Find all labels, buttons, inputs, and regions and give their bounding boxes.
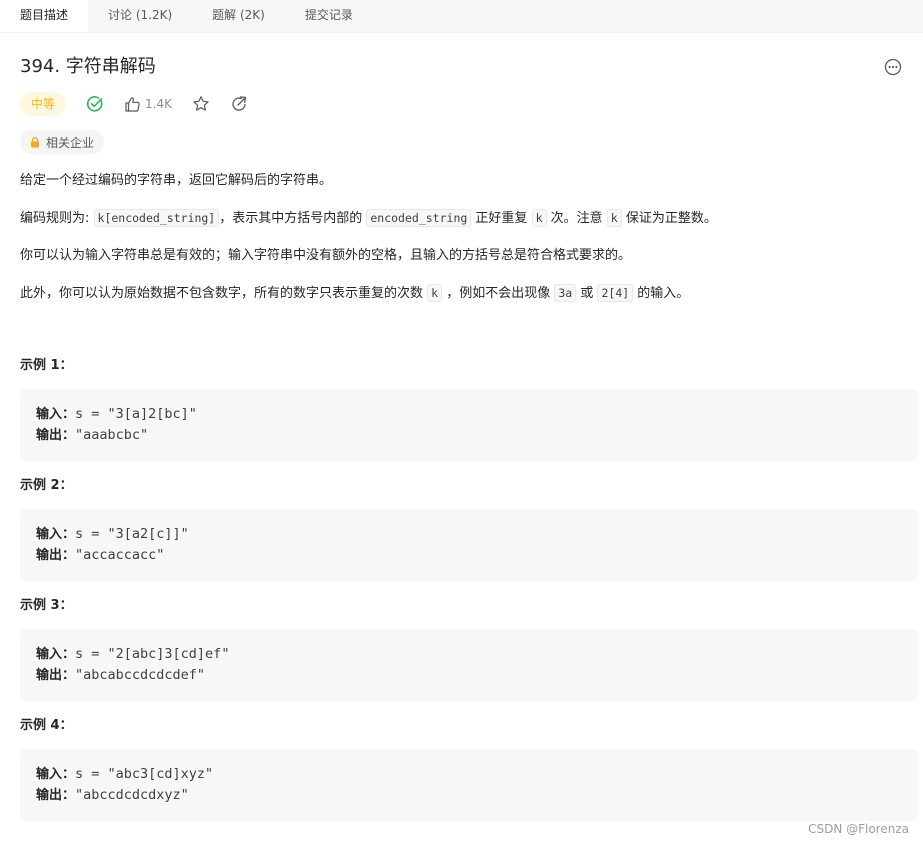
text-span: 或 [576, 286, 598, 301]
tab-description[interactable]: 题目描述 [0, 0, 89, 32]
example-input-line: 输入：s = "abc3[cd]xyz" [36, 764, 902, 785]
text-span: 的输入。 [633, 286, 690, 301]
input-label: 输入： [36, 527, 76, 542]
tab-submissions[interactable]: 提交记录 [285, 0, 373, 32]
output-label: 输出： [36, 548, 76, 563]
example-output-line: 输出："aaabcbc" [36, 425, 902, 446]
text-span: ，例如不会出现像 [442, 286, 555, 301]
description-paragraph-3: 你可以认为输入字符串总是有效的；输入字符串中没有额外的空格，且输入的方括号总是符… [20, 248, 632, 263]
example-input-line: 输入：s = "3[a2[c]]" [36, 524, 902, 545]
inline-code: k [606, 209, 622, 227]
example-2-title: 示例 2： [20, 478, 73, 493]
example-1-title: 示例 1： [20, 358, 73, 373]
text-span: 编码规则为: [20, 211, 94, 226]
text-span: 保证为正整数。 [621, 211, 717, 226]
input-value: s = "3[a2[c]]" [75, 526, 189, 542]
related-companies-label: 相关企业 [46, 135, 95, 150]
like-button[interactable]: 1.4K [124, 96, 172, 113]
example-output-line: 输出："abccdcdcdxyz" [36, 785, 902, 806]
description-paragraph-1: 给定一个经过编码的字符串，返回它解码后的字符串。 [20, 173, 333, 188]
share-icon[interactable] [230, 95, 248, 113]
example-input-line: 输入：s = "2[abc]3[cd]ef" [36, 644, 902, 665]
input-value: s = "2[abc]3[cd]ef" [75, 646, 230, 662]
text-span: ，表示其中方括号内部的 [219, 211, 367, 226]
example-3-title: 示例 3： [20, 598, 73, 613]
problem-content: 394. 字符串解码 中等 1.4K 相关企业 给定一个经过编码的字符串，返回它… [0, 52, 923, 821]
text-span: 此外，你可以认为原始数据不包含数字，所有的数字只表示重复的次数 [20, 286, 428, 301]
example-1-box: 输入：s = "3[a]2[bc]" 输出："aaabcbc" [20, 389, 918, 461]
input-label: 输入： [36, 767, 76, 782]
inline-code: k [427, 284, 443, 302]
example-output-line: 输出："accaccacc" [36, 545, 902, 566]
output-value: "accaccacc" [75, 547, 165, 563]
output-label: 输出： [36, 428, 76, 443]
description-paragraph-2: 编码规则为: k[encoded_string] ，表示其中方括号内部的 enco… [20, 206, 903, 231]
title-row: 394. 字符串解码 [20, 52, 903, 82]
input-label: 输入： [36, 407, 76, 422]
inline-code: 3a [554, 284, 577, 302]
example-4-box: 输入：s = "abc3[cd]xyz" 输出："abccdcdcdxyz" [20, 749, 918, 821]
difficulty-badge: 中等 [20, 92, 67, 116]
watermark: CSDN @Florenza [808, 822, 909, 836]
example-output-line: 输出："abcabccdcdcdef" [36, 665, 902, 686]
output-value: "abccdcdcdxyz" [75, 787, 189, 803]
inline-code: k [531, 209, 547, 227]
tab-discussion[interactable]: 讨论 (1.2K) [88, 0, 192, 32]
example-2-box: 输入：s = "3[a2[c]]" 输出："accaccacc" [20, 509, 918, 581]
lock-icon [31, 136, 39, 147]
example-4-title: 示例 4： [20, 718, 73, 733]
description-paragraph-4: 此外，你可以认为原始数据不包含数字，所有的数字只表示重复的次数 k ，例如不会出… [20, 281, 903, 306]
inline-code: encoded_string [366, 209, 472, 227]
check-circle-icon [86, 95, 104, 113]
star-icon[interactable] [192, 95, 210, 113]
tab-solutions[interactable]: 题解 (2K) [192, 0, 285, 32]
tab-bar: 题目描述 讨论 (1.2K) 题解 (2K) 提交记录 [0, 0, 923, 33]
problem-title: 394. 字符串解码 [20, 56, 156, 77]
meta-row: 中等 1.4K [20, 91, 903, 117]
thumbs-up-icon [125, 96, 140, 112]
example-input-line: 输入：s = "3[a]2[bc]" [36, 404, 902, 425]
inline-code: k[encoded_string] [93, 209, 220, 227]
output-label: 输出： [36, 788, 76, 803]
output-value: "abcabccdcdcdef" [75, 667, 206, 683]
example-3-box: 输入：s = "2[abc]3[cd]ef" 输出："abcabccdcdcde… [20, 629, 918, 701]
like-count: 1.4K [145, 97, 172, 111]
input-value: s = "3[a]2[bc]" [75, 406, 197, 422]
inline-code: 2[4] [597, 284, 634, 302]
related-companies-button[interactable]: 相关企业 [20, 130, 105, 154]
output-label: 输出： [36, 668, 76, 683]
text-span: 正好重复 [471, 211, 532, 226]
text-span: 次。注意 [546, 211, 607, 226]
output-value: "aaabcbc" [75, 427, 149, 443]
input-value: s = "abc3[cd]xyz" [75, 766, 214, 782]
more-icon[interactable] [883, 57, 903, 77]
input-label: 输入： [36, 647, 76, 662]
